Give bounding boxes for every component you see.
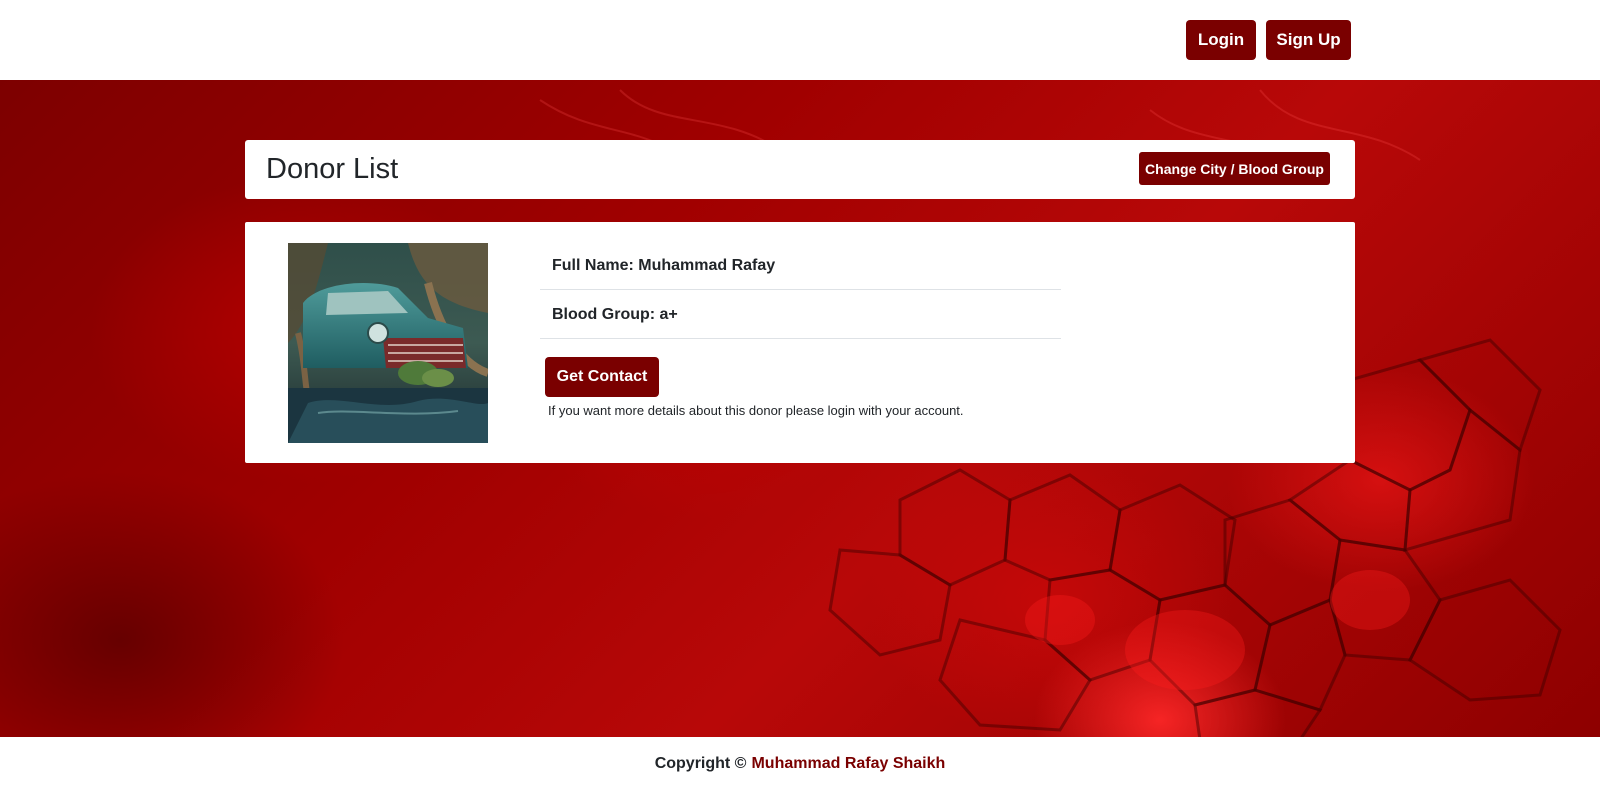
vintage-car-image [288,243,488,443]
top-navbar: Login Sign Up [0,0,1600,80]
change-city-blood-group-button[interactable]: Change City / Blood Group [1139,152,1330,185]
footer: Copyright © Muhammad Rafay Shaikh [0,737,1600,791]
login-button[interactable]: Login [1186,20,1256,60]
login-note: If you want more details about this dono… [548,403,964,418]
donor-list-header: Donor List Change City / Blood Group [245,140,1355,199]
author-link[interactable]: Muhammad Rafay Shaikh [751,755,945,773]
signup-button[interactable]: Sign Up [1266,20,1351,60]
donor-photo [288,243,488,443]
page-title: Donor List [266,153,399,185]
donor-card: Full Name: Muhammad Rafay Blood Group: a… [245,222,1355,463]
donor-blood-group: Blood Group: a+ [540,291,1061,339]
donor-full-name: Full Name: Muhammad Rafay [540,242,1061,290]
get-contact-button[interactable]: Get Contact [545,357,659,397]
copyright-text: Copyright © [654,755,747,772]
